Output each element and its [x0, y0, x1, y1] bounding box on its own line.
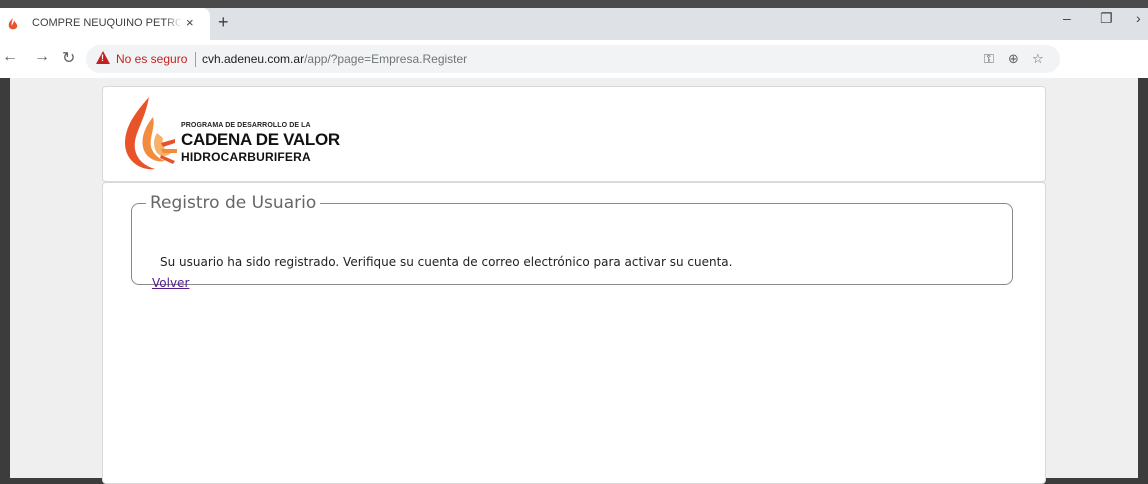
reload-icon[interactable]: ↻ [62, 48, 75, 68]
url-path: /app/?page=Empresa.Register [304, 52, 468, 66]
url-host: cvh.adeneu.com.ar [202, 52, 305, 66]
flame-favicon-icon [8, 18, 18, 30]
key-icon[interactable]: ⚿ [984, 51, 994, 67]
warning-icon: ! [96, 51, 110, 64]
right-frame [1138, 78, 1148, 478]
left-frame [0, 78, 10, 478]
minimize-icon[interactable]: – [1063, 10, 1071, 26]
forward-arrow-icon[interactable]: → [34, 48, 50, 66]
browser-tab[interactable]: COMPRE NEUQUINO PETROLERO × [0, 8, 210, 40]
address-bar[interactable]: ! No es seguro cvh.adeneu.com.ar/app/?pa… [86, 45, 1060, 73]
tab-title: COMPRE NEUQUINO PETROLERO [32, 17, 182, 29]
site-logo[interactable]: PROGRAMA DE DESARROLLO DE LA CADENA DE V… [119, 95, 359, 175]
address-separator [195, 52, 196, 67]
bookmark-star-icon[interactable]: ☆ [1032, 51, 1044, 67]
success-message: Su usuario ha sido registrado. Verifique… [160, 255, 733, 269]
tab-close-icon[interactable]: × [186, 15, 194, 30]
logo-line-3: HIDROCARBURIFERA [181, 150, 311, 164]
logo-line-2: CADENA DE VALOR [181, 130, 340, 149]
register-legend: Registro de Usuario [150, 193, 317, 213]
browser-toolbar: ← → ↻ ! No es seguro cvh.adeneu.com.ar/a… [0, 40, 1148, 79]
security-status[interactable]: No es seguro [116, 52, 187, 66]
header-card: PROGRAMA DE DESARROLLO DE LA CADENA DE V… [102, 86, 1046, 182]
new-tab-button[interactable]: + [218, 13, 229, 31]
url-text[interactable]: cvh.adeneu.com.ar/app/?page=Empresa.Regi… [202, 52, 467, 66]
window-top-edge [0, 0, 1148, 8]
close-window-icon[interactable]: › [1136, 10, 1141, 26]
flame-logo-icon [125, 97, 177, 170]
page-viewport: PROGRAMA DE DESARROLLO DE LA CADENA DE V… [10, 78, 1138, 484]
back-link[interactable]: Volver [152, 276, 189, 290]
tab-strip: COMPRE NEUQUINO PETROLERO × + – ❐ › [0, 0, 1148, 40]
restore-icon[interactable]: ❐ [1100, 10, 1113, 27]
content-card: Registro de Usuario Su usuario ha sido r… [102, 182, 1046, 484]
zoom-icon[interactable]: ⊕ [1008, 51, 1019, 67]
back-arrow-icon[interactable]: ← [2, 48, 18, 66]
register-fieldset: Registro de Usuario Su usuario ha sido r… [131, 193, 1013, 290]
logo-line-1: PROGRAMA DE DESARROLLO DE LA [181, 122, 311, 129]
